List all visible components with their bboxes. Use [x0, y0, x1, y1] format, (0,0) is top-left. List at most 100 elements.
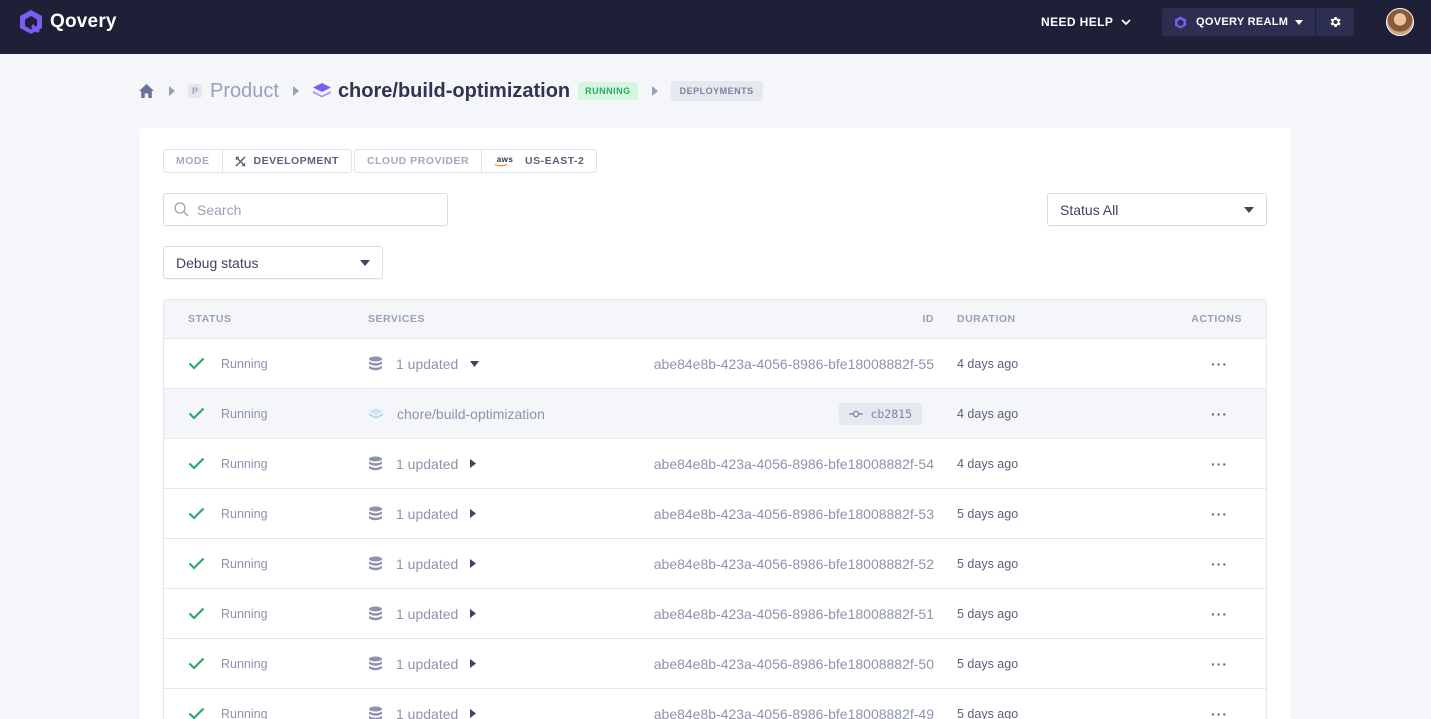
table-row[interactable]: Running 1 updated abe84e8b-423a-4056-898…: [164, 338, 1266, 388]
mode-value: DEVELOPMENT: [253, 155, 339, 167]
search-input[interactable]: [197, 201, 437, 218]
table-row-child[interactable]: Running chore/build-optimization cb2815 …: [164, 388, 1266, 438]
table-row[interactable]: Running 1 updated abe84e8b-423a-4056-898…: [164, 588, 1266, 638]
caret-right-icon: [651, 86, 658, 96]
environment-tags: MODE DEVELOPMENT CLOUD PROVIDER aws US-E…: [163, 149, 598, 173]
status-text: Running: [221, 406, 268, 421]
debug-status-value: Debug status: [176, 254, 259, 271]
check-icon: [188, 707, 205, 719]
row-actions-menu[interactable]: ···: [1211, 389, 1228, 438]
mode-value-tag: DEVELOPMENT: [221, 149, 352, 173]
table-row[interactable]: Running 1 updated abe84e8b-423a-4056-898…: [164, 488, 1266, 538]
qovery-org-icon: [1175, 16, 1186, 28]
check-icon: [188, 457, 205, 470]
duration: 5 days ago: [957, 506, 1019, 521]
column-header-actions: ACTIONS: [1191, 313, 1242, 325]
table-row[interactable]: Running 1 updated abe84e8b-423a-4056-898…: [164, 538, 1266, 588]
row-actions-menu[interactable]: ···: [1211, 539, 1228, 588]
qovery-logo[interactable]: Qovery: [18, 9, 117, 35]
region-tag: aws US-EAST-2: [481, 149, 598, 173]
row-actions-menu[interactable]: ···: [1211, 639, 1228, 688]
check-icon: [188, 357, 205, 370]
breadcrumb-deployments[interactable]: DEPLOYMENTS: [670, 81, 763, 101]
check-icon: [188, 607, 205, 620]
organization-select[interactable]: QOVERY REALM: [1162, 8, 1316, 36]
caret-down-icon: [1244, 206, 1254, 213]
caret-right-icon[interactable]: [470, 559, 477, 568]
environment-status-badge: RUNNING: [578, 82, 638, 100]
deployment-id: abe84e8b-423a-4056-8986-bfe18008882f-52: [653, 555, 934, 572]
project-initial-badge: P: [188, 84, 202, 98]
duration: 5 days ago: [957, 606, 1019, 621]
deployment-id: abe84e8b-423a-4056-8986-bfe18008882f-54: [653, 455, 934, 472]
commit-hash: cb2815: [870, 406, 912, 421]
database-stack-icon: [369, 706, 382, 719]
breadcrumb-project[interactable]: Product: [210, 80, 279, 103]
status-text: Running: [221, 706, 268, 719]
deployment-id: abe84e8b-423a-4056-8986-bfe18008882f-49: [653, 705, 934, 719]
row-actions-menu[interactable]: ···: [1211, 489, 1228, 538]
user-avatar[interactable]: [1386, 8, 1414, 36]
organization-switcher: QOVERY REALM: [1162, 8, 1354, 36]
git-commit-icon: [849, 410, 864, 417]
status-text: Running: [221, 356, 268, 371]
status-text: Running: [221, 456, 268, 471]
check-icon: [188, 407, 205, 420]
caret-right-icon[interactable]: [470, 459, 477, 468]
deployment-id: abe84e8b-423a-4056-8986-bfe18008882f-51: [653, 605, 934, 622]
database-stack-icon: [369, 656, 382, 671]
row-actions-menu[interactable]: ···: [1211, 589, 1228, 638]
row-actions-menu[interactable]: ···: [1211, 439, 1228, 488]
services-summary: 1 updated: [396, 505, 459, 522]
status-text: Running: [221, 556, 268, 571]
table-row[interactable]: Running 1 updated abe84e8b-423a-4056-898…: [164, 438, 1266, 488]
column-header-id: ID: [922, 313, 934, 325]
services-summary: 1 updated: [396, 655, 459, 672]
row-actions-menu[interactable]: ···: [1211, 339, 1228, 388]
duration: 4 days ago: [957, 356, 1019, 371]
status-cell: Running: [188, 489, 268, 538]
mode-label: MODE: [176, 155, 210, 167]
status-filter-select[interactable]: Status All: [1047, 193, 1267, 226]
caret-right-icon[interactable]: [470, 659, 477, 668]
status-cell: Running: [188, 589, 268, 638]
settings-button[interactable]: [1316, 8, 1353, 36]
home-icon[interactable]: [138, 83, 155, 99]
search-icon: [174, 202, 189, 217]
table-row[interactable]: Running 1 updated abe84e8b-423a-4056-898…: [164, 638, 1266, 688]
caret-down-icon: [1295, 19, 1304, 25]
commit-badge[interactable]: cb2815: [839, 402, 922, 425]
debug-status-select[interactable]: Debug status: [163, 246, 383, 279]
breadcrumb: P Product chore/build-optimization RUNNI…: [138, 78, 763, 104]
row-actions-menu[interactable]: ···: [1211, 689, 1228, 719]
duration: 5 days ago: [957, 706, 1019, 719]
services-cell: 1 updated: [368, 439, 477, 488]
deployments-card: MODE DEVELOPMENT CLOUD PROVIDER aws US-E…: [139, 128, 1291, 719]
status-cell: Running: [188, 389, 268, 438]
services-cell: 1 updated: [368, 639, 477, 688]
caret-down-icon[interactable]: [470, 360, 480, 367]
deployments-table: STATUS SERVICES ID DURATION ACTIONS Runn…: [163, 299, 1267, 719]
table-row[interactable]: Running 1 updated abe84e8b-423a-4056-898…: [164, 688, 1266, 719]
status-text: Running: [221, 606, 268, 621]
caret-right-icon[interactable]: [470, 609, 477, 618]
table-header: STATUS SERVICES ID DURATION ACTIONS: [164, 300, 1266, 338]
commit-cell: cb2815: [839, 389, 922, 438]
caret-right-icon[interactable]: [470, 509, 477, 518]
status-text: Running: [221, 506, 268, 521]
duration: 5 days ago: [957, 556, 1019, 571]
organization-name: QOVERY REALM: [1196, 16, 1289, 28]
database-stack-icon: [369, 356, 382, 371]
caret-right-icon: [292, 86, 299, 96]
tools-icon: [234, 155, 246, 167]
services-summary: 1 updated: [396, 705, 459, 719]
need-help-menu[interactable]: NEED HELP: [1041, 14, 1131, 30]
top-navbar: Qovery NEED HELP QOVERY REALM: [0, 0, 1431, 54]
cloud-provider-label-tag: CLOUD PROVIDER: [353, 149, 483, 173]
environment-layers-icon: [312, 83, 331, 98]
database-stack-icon: [369, 606, 382, 621]
caret-right-icon[interactable]: [470, 709, 477, 718]
breadcrumb-environment[interactable]: chore/build-optimization: [338, 80, 570, 103]
chevron-down-icon: [1121, 18, 1131, 25]
status-cell: Running: [188, 339, 268, 388]
